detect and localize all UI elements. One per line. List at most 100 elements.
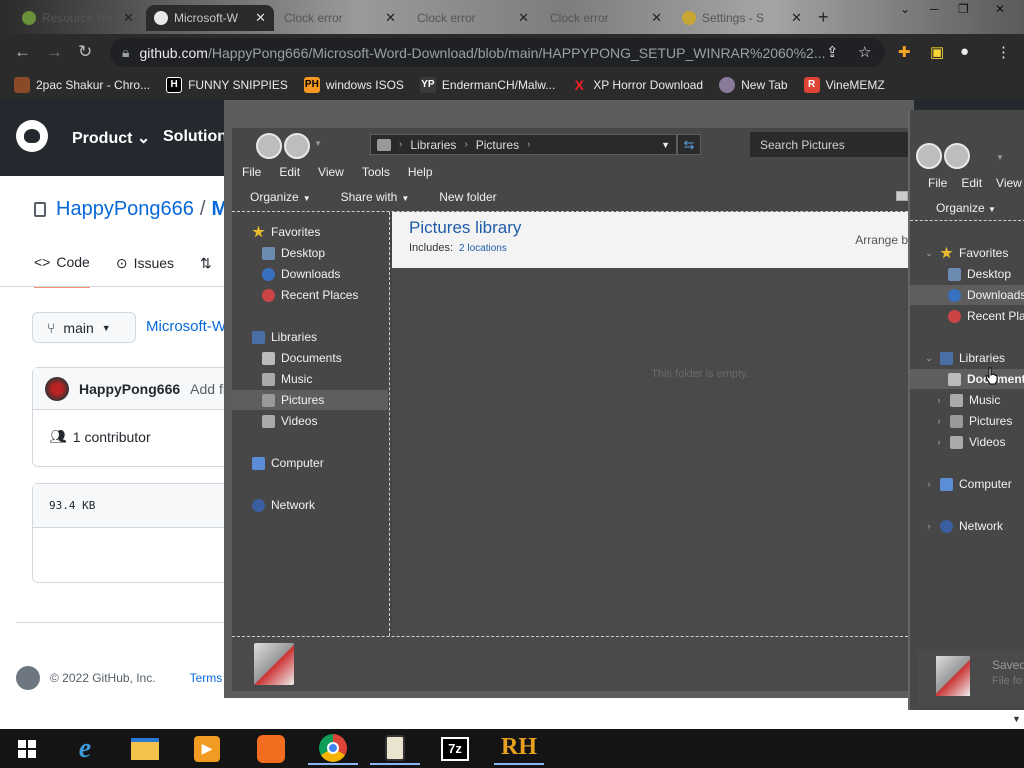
bookmark-item[interactable]: 2pac Shakur - Chro... bbox=[14, 76, 150, 93]
includes-locations-link[interactable]: 2 locations bbox=[459, 243, 507, 254]
bookmark-item[interactable]: R VineMEMZ bbox=[803, 76, 885, 93]
nav-music[interactable]: Music bbox=[262, 369, 312, 389]
browser-tab[interactable]: Clock error ✕ bbox=[409, 5, 537, 31]
close-tab-icon[interactable]: ✕ bbox=[651, 10, 662, 26]
restore-icon[interactable]: ❐ bbox=[958, 2, 969, 16]
side-panel-icon[interactable]: ▣ bbox=[930, 43, 944, 61]
github-logo-icon[interactable] bbox=[16, 120, 48, 152]
menu-file[interactable]: File bbox=[928, 176, 947, 190]
contributors-row[interactable]: 👥︎ 1 contributor bbox=[33, 410, 231, 463]
nav-favorites[interactable]: ⌄ Favorites bbox=[910, 243, 1008, 263]
nav-recent-places[interactable]: Recent Plac bbox=[910, 306, 1024, 326]
bookmark-star-icon[interactable]: ☆ bbox=[858, 43, 871, 61]
share-with-button[interactable]: Share with ▼ bbox=[341, 190, 410, 204]
nav-network[interactable]: › Network bbox=[910, 516, 1004, 536]
menu-view[interactable]: View bbox=[318, 165, 344, 179]
nav-desktop[interactable]: Desktop bbox=[262, 243, 325, 263]
change-view-icon[interactable] bbox=[896, 191, 908, 201]
expand-caret-icon[interactable]: › bbox=[924, 521, 934, 531]
commit-author[interactable]: HappyPong666 bbox=[79, 381, 180, 397]
menu-edit[interactable]: Edit bbox=[961, 176, 982, 190]
reload-icon[interactable]: ↻ bbox=[78, 42, 92, 62]
forward-arrow-icon[interactable]: → bbox=[46, 42, 63, 62]
tab-issues[interactable]: ⊙ Issues bbox=[116, 254, 174, 288]
close-tab-icon[interactable]: ✕ bbox=[518, 10, 529, 26]
nav-computer[interactable]: › Computer bbox=[910, 474, 1012, 494]
repo-owner-link[interactable]: HappyPong666 bbox=[56, 198, 194, 221]
browser-tab[interactable]: Clock error ✕ bbox=[276, 5, 404, 31]
new-tab-button[interactable]: + bbox=[818, 7, 829, 28]
file-explorer-icon[interactable] bbox=[120, 732, 170, 765]
breadcrumb-libraries[interactable]: Libraries bbox=[410, 138, 456, 152]
bookmark-item[interactable]: YP EndermanCH/Malw... bbox=[419, 76, 555, 93]
bookmark-item[interactable]: X XP Horror Download bbox=[571, 77, 704, 93]
github-footer-logo-icon[interactable] bbox=[16, 666, 40, 690]
avatar[interactable] bbox=[45, 376, 69, 401]
tab-pull-requests[interactable]: ⇅ bbox=[200, 254, 212, 288]
branch-select-button[interactable]: ⑂ main ▼ bbox=[32, 312, 136, 343]
start-button[interactable] bbox=[2, 732, 52, 765]
chrome-icon[interactable] bbox=[308, 732, 358, 765]
browser-tab[interactable]: Clock error ✕ bbox=[542, 5, 670, 31]
nav-favorites[interactable]: Favorites bbox=[252, 222, 320, 242]
bookmark-item[interactable]: PH windows ISOS bbox=[303, 76, 404, 93]
nav-downloads-selected[interactable]: Downloads bbox=[910, 285, 1024, 305]
close-tab-icon[interactable]: ✕ bbox=[123, 10, 134, 26]
collapse-caret-icon[interactable]: ⌄ bbox=[924, 248, 934, 259]
clipboard-app-icon[interactable] bbox=[370, 732, 420, 765]
arrange-by-dropdown[interactable]: Arrange b bbox=[855, 233, 908, 247]
search-input[interactable]: Search Pictures bbox=[750, 132, 908, 157]
nav-videos[interactable]: › Videos bbox=[910, 432, 1006, 452]
back-circle-icon[interactable] bbox=[916, 143, 942, 169]
nav-documents-hovered[interactable]: Documents bbox=[910, 369, 1024, 389]
close-tab-icon[interactable]: ✕ bbox=[791, 10, 802, 26]
tab-code[interactable]: <> Code bbox=[34, 254, 90, 288]
breadcrumb-separator-icon[interactable]: › bbox=[527, 139, 530, 150]
collapse-caret-icon[interactable]: ⌄ bbox=[924, 353, 934, 364]
uc-browser-icon[interactable] bbox=[246, 732, 296, 765]
forward-circle-icon[interactable] bbox=[284, 133, 310, 159]
nav-pictures[interactable]: › Pictures bbox=[910, 411, 1013, 431]
breadcrumb-separator-icon[interactable]: › bbox=[464, 139, 467, 150]
close-tab-icon[interactable]: ✕ bbox=[385, 10, 396, 26]
address-dropdown-icon[interactable]: ▼ bbox=[661, 140, 670, 150]
back-circle-icon[interactable] bbox=[256, 133, 282, 159]
refresh-icon[interactable]: ⇆ bbox=[677, 134, 701, 155]
tab-search-icon[interactable]: ⌄ bbox=[900, 2, 910, 16]
scroll-down-arrow-icon[interactable]: ▼ bbox=[1012, 714, 1021, 724]
close-window-icon[interactable]: ✕ bbox=[995, 2, 1005, 16]
back-arrow-icon[interactable]: ← bbox=[14, 42, 31, 62]
close-tab-icon[interactable]: ✕ bbox=[255, 10, 266, 26]
menu-file[interactable]: File bbox=[242, 165, 261, 179]
breadcrumb-separator-icon[interactable]: › bbox=[399, 139, 402, 150]
expand-caret-icon[interactable]: › bbox=[934, 395, 944, 405]
browser-tab[interactable]: Resource Ha ✕ bbox=[14, 5, 142, 31]
new-folder-button[interactable]: New folder bbox=[439, 190, 496, 204]
recent-pages-dropdown-icon[interactable]: ▼ bbox=[996, 153, 1004, 162]
expand-caret-icon[interactable]: › bbox=[934, 416, 944, 426]
nav-product[interactable]: Product ⌄ bbox=[72, 128, 150, 148]
chrome-menu-icon[interactable]: ⋮ bbox=[996, 43, 1011, 61]
nav-computer[interactable]: Computer bbox=[252, 453, 324, 473]
menu-edit[interactable]: Edit bbox=[279, 165, 300, 179]
nav-pictures-selected[interactable]: Pictures bbox=[232, 390, 388, 410]
menu-help[interactable]: Help bbox=[408, 165, 433, 179]
forward-circle-icon[interactable] bbox=[944, 143, 970, 169]
extensions-puzzle-icon[interactable]: ✚ bbox=[898, 43, 911, 61]
menu-view[interactable]: View bbox=[996, 176, 1022, 190]
internet-explorer-icon[interactable]: e bbox=[60, 732, 110, 765]
expand-caret-icon[interactable]: › bbox=[934, 437, 944, 447]
7zip-icon[interactable]: 7z bbox=[430, 732, 480, 765]
menu-tools[interactable]: Tools bbox=[362, 165, 390, 179]
nav-libraries[interactable]: Libraries bbox=[252, 327, 317, 347]
footer-terms-link[interactable]: Terms bbox=[190, 671, 223, 685]
repo-breadcrumb-link[interactable]: Microsoft-W bbox=[146, 318, 226, 335]
nav-downloads[interactable]: Downloads bbox=[262, 264, 340, 284]
media-player-icon[interactable]: ▶ bbox=[182, 732, 232, 765]
nav-desktop[interactable]: Desktop bbox=[910, 264, 1011, 284]
expand-caret-icon[interactable]: › bbox=[924, 479, 934, 489]
nav-videos[interactable]: Videos bbox=[262, 411, 317, 431]
explorer-address-bar[interactable]: › Libraries › Pictures › ▼ bbox=[370, 134, 677, 155]
nav-libraries[interactable]: ⌄ Libraries bbox=[910, 348, 1005, 368]
breadcrumb-pictures[interactable]: Pictures bbox=[476, 138, 519, 152]
